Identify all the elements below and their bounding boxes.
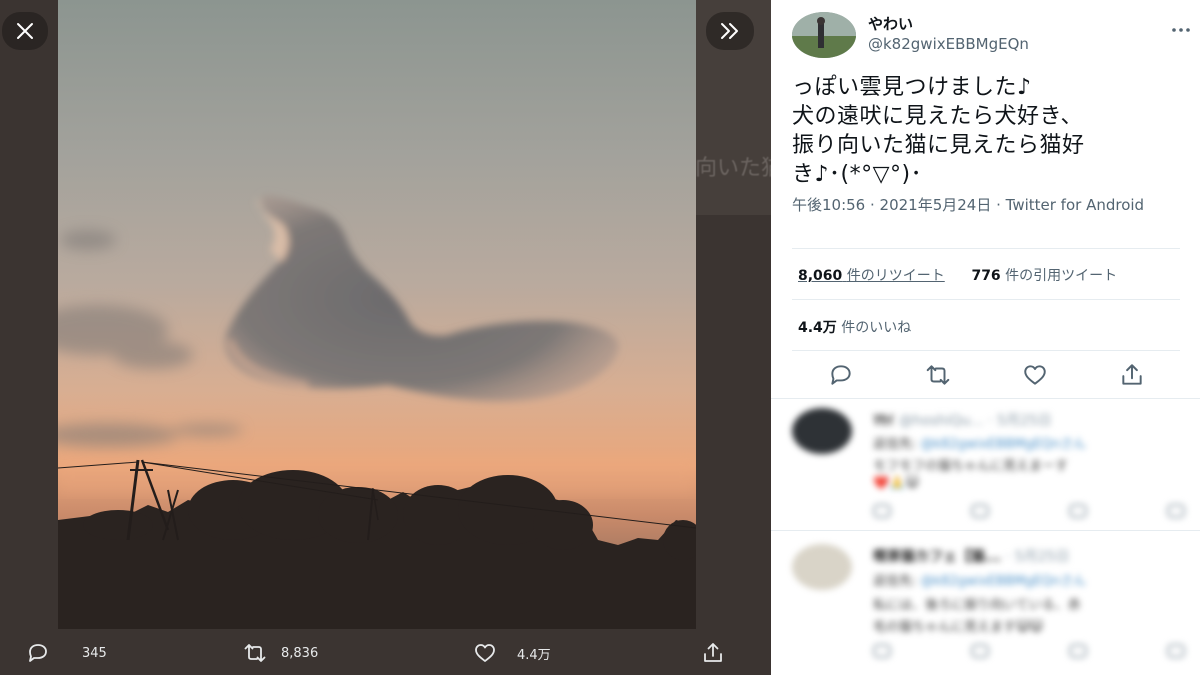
- reply-icon[interactable]: [828, 362, 854, 388]
- likes-label: 件のいいね: [841, 320, 912, 336]
- likes-stat-link[interactable]: 4.4万 件のいいね: [798, 317, 911, 337]
- tweet-header: やわい @k82gwixEBBMgEQn: [792, 10, 1192, 60]
- reply-avatar: [792, 544, 852, 590]
- media-retweet-button[interactable]: 8,836: [243, 641, 318, 665]
- reply-item[interactable]: 喫茶猫カフェ【猫... · 5月25日 返信先: @k82gwixEBBMgEQ…: [771, 532, 1200, 675]
- reply-icon: [29, 644, 47, 662]
- media-action-bar: 345 8,836 4.4万: [0, 629, 771, 675]
- reply-item[interactable]: ﾏﾓｲ @hoshiQu... · 5月25日 返信先: @k82gwixEBB…: [771, 398, 1200, 528]
- reply-to-line: 返信先: @k82gwixEBBMgEQnさん: [873, 433, 1086, 452]
- tweet-photo[interactable]: [58, 0, 696, 629]
- reply-author: ﾏﾓｲ @hoshiQu... · 5月25日: [873, 410, 1052, 430]
- quotes-stat-link[interactable]: 776 件の引用ツイート: [971, 268, 1117, 284]
- reply-avatar: [792, 408, 852, 454]
- media-viewer: 向いた猫: [0, 0, 771, 675]
- sunset-sky-photo: [58, 0, 696, 629]
- retweet-icon[interactable]: [925, 362, 951, 388]
- author-handle[interactable]: @k82gwixEBBMgEQn: [868, 35, 1029, 53]
- heart-icon: [475, 644, 495, 662]
- more-options-icon[interactable]: [1169, 18, 1193, 42]
- share-icon[interactable]: [1119, 362, 1145, 388]
- likes-number: 4.4万: [798, 320, 837, 336]
- reply-mention[interactable]: @k82gwixEBBMgEQnさん: [921, 437, 1086, 452]
- tweet-action-bar: [792, 360, 1180, 390]
- media-reply-button[interactable]: 345: [26, 641, 107, 665]
- reply-author-name: 喫茶猫カフェ【猫...: [873, 549, 1001, 565]
- reply-author-handle: · 5月25日: [1005, 549, 1070, 565]
- reply-to-prefix: 返信先:: [873, 437, 921, 452]
- chevrons-right-icon: [721, 23, 738, 39]
- tweet-stats-row: 8,060 件のリツイート 776 件の引用ツイート: [798, 265, 1200, 285]
- reply-to-prefix: 返信先:: [873, 574, 921, 589]
- reply-reply-icon[interactable]: [873, 644, 891, 658]
- reply-retweet-icon[interactable]: [971, 504, 989, 518]
- background-tweet-text: 向いた猫: [695, 156, 771, 181]
- media-reply-count: 345: [82, 645, 107, 661]
- reply-text-line: ❤️🙏😺: [873, 476, 919, 491]
- reply-like-icon[interactable]: [1069, 504, 1087, 518]
- tweet-detail-panel: やわい @k82gwixEBBMgEQn っぽい雲見つけました♪ 犬の遠吠に見え…: [771, 0, 1200, 675]
- quotes-label: 件の引用ツイート: [1005, 268, 1118, 284]
- retweet-icon: [244, 644, 266, 662]
- reply-action-bar: [873, 644, 1185, 664]
- reply-like-icon[interactable]: [1069, 644, 1087, 658]
- expand-panel-button[interactable]: [706, 12, 754, 50]
- media-share-button[interactable]: [701, 641, 725, 665]
- tweet-timestamp[interactable]: 午後10:56 · 2021年5月24日 · Twitter for Andro…: [792, 195, 1172, 215]
- divider: [792, 299, 1180, 300]
- reply-to-line: 返信先: @k82gwixEBBMgEQnさん: [873, 570, 1086, 589]
- reply-share-icon[interactable]: [1167, 644, 1185, 658]
- heart-icon[interactable]: [1022, 362, 1048, 388]
- reply-share-icon[interactable]: [1167, 504, 1185, 518]
- media-like-button[interactable]: 4.4万: [473, 641, 551, 665]
- share-icon: [704, 643, 722, 662]
- reply-reply-icon[interactable]: [873, 504, 891, 518]
- retweets-stat-link[interactable]: 8,060 件のリツイート: [798, 268, 945, 284]
- divider: [792, 350, 1180, 351]
- reply-text-line: 毛の猫ちゃんに見えます😺😺: [873, 620, 1044, 635]
- close-viewer-button[interactable]: [2, 12, 48, 50]
- reply-author-name: ﾏﾓｲ: [873, 413, 894, 429]
- tweet-text: っぽい雲見つけました♪ 犬の遠吠に見えたら犬好き、 振り向いた猫に見えたら猫好 …: [792, 75, 1085, 187]
- quotes-number: 776: [971, 268, 1001, 284]
- author-name[interactable]: やわい: [868, 13, 913, 34]
- media-retweet-count: 8,836: [281, 645, 319, 661]
- close-icon: [17, 23, 33, 39]
- retweets-number: 8,060: [798, 268, 843, 284]
- reply-action-bar: [873, 504, 1185, 524]
- avatar-image: [792, 12, 856, 58]
- reply-text-line: 私には、後ろに振り向いている、赤: [873, 598, 1081, 613]
- divider: [792, 248, 1180, 249]
- reply-mention[interactable]: @k82gwixEBBMgEQnさん: [921, 574, 1086, 589]
- retweets-label: 件のリツイート: [846, 268, 945, 284]
- avatar[interactable]: [792, 12, 856, 58]
- reply-text-line: モフモフの猫ちゃんに見えまーす: [873, 459, 1069, 474]
- reply-author-handle: @hoshiQu... · 5月25日: [898, 413, 1052, 429]
- divider: [771, 530, 1200, 531]
- reply-author: 喫茶猫カフェ【猫... · 5月25日: [873, 546, 1069, 566]
- media-like-count: 4.4万: [517, 647, 551, 663]
- reply-retweet-icon[interactable]: [971, 644, 989, 658]
